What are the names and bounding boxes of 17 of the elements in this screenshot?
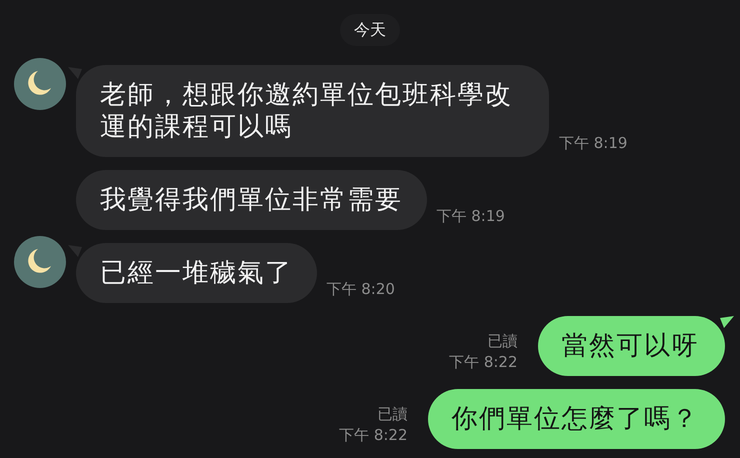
message-time: 下午 8:19 (559, 133, 628, 154)
message-time: 下午 8:22 (339, 425, 408, 446)
message-bubble: 當然可以呀 (538, 316, 725, 376)
message-bubble: 已經一堆穢氣了 (76, 243, 316, 303)
message-bubble: 老師，想跟你邀約單位包班科學改運的課程可以嗎 (76, 65, 549, 157)
message-bubble: 你們單位怎麼了嗎？ (428, 389, 725, 449)
moon-icon (26, 69, 52, 97)
message-time: 下午 8:22 (449, 352, 518, 373)
moon-icon (26, 247, 52, 275)
message-time: 下午 8:20 (326, 279, 395, 300)
avatar[interactable] (14, 236, 66, 288)
date-label: 今天 (340, 14, 400, 46)
read-receipt: 已讀 (378, 404, 408, 425)
message-bubble: 我覺得我們單位非常需要 (76, 170, 426, 230)
avatar[interactable] (14, 58, 66, 110)
message-time: 下午 8:19 (436, 206, 505, 227)
read-receipt: 已讀 (488, 331, 518, 352)
